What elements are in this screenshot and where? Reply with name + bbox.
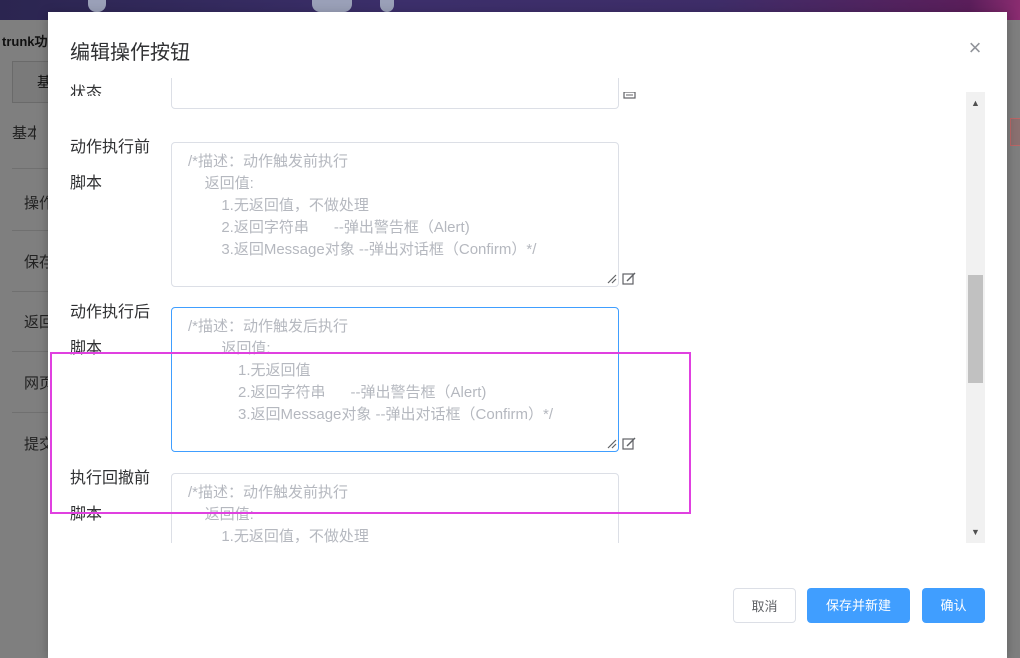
background-text: 基本 (12, 125, 36, 142)
banner-decoration (380, 0, 394, 12)
scroll-down-arrow-icon[interactable]: ▼ (966, 523, 985, 541)
field-label: 动作执行前 (70, 139, 151, 156)
after-action-script-textarea[interactable]: /*描述：动作触发后执行 返回值: 1.无返回值 2.返回字符串 --弹出警告框… (171, 307, 619, 452)
background-divider (12, 412, 48, 413)
background-divider (12, 351, 48, 352)
background-badge (1010, 118, 1020, 146)
banner-decoration (88, 0, 106, 12)
banner-decoration (312, 0, 352, 12)
background-text: 保存 (24, 254, 48, 271)
background-divider (12, 168, 48, 169)
cancel-button[interactable]: 取消 (733, 588, 796, 623)
edit-icon[interactable] (623, 92, 637, 106)
dialog-scrollbar[interactable]: ▲ ▼ (966, 92, 985, 543)
dialog-title: 编辑操作按钮 (70, 42, 190, 64)
edit-icon[interactable] (622, 437, 636, 451)
close-icon[interactable]: × (965, 37, 985, 59)
status-label: 状态 (70, 85, 103, 96)
edit-button-dialog: 编辑操作按钮 × 状态 动作执行前 脚本 /*描述：动作触发前执行 返回值: 1… (48, 12, 1007, 658)
field-label: 脚本 (70, 506, 103, 523)
background-text: 返回 (24, 314, 48, 331)
field-label: 脚本 (70, 175, 103, 192)
background-text: 操作 (24, 195, 48, 212)
background-text: 提交 (24, 436, 48, 453)
scrollbar-thumb[interactable] (968, 275, 983, 383)
background-page-title: trunk功 (2, 34, 48, 49)
dialog-scroll-area[interactable]: 状态 动作执行前 脚本 /*描述：动作触发前执行 返回值: 1.无返回值，不做处… (48, 78, 985, 543)
confirm-button[interactable]: 确认 (922, 588, 985, 623)
scroll-up-arrow-icon[interactable]: ▲ (966, 94, 985, 112)
edit-icon[interactable] (622, 272, 636, 286)
resize-handle-icon[interactable] (607, 274, 617, 284)
before-action-script-textarea[interactable]: /*描述：动作触发前执行 返回值: 1.无返回值，不做处理 2.返回字符串 --… (171, 142, 619, 287)
save-and-new-button[interactable]: 保存并新建 (807, 588, 910, 623)
resize-handle-icon[interactable] (607, 439, 617, 449)
background-divider (12, 230, 48, 231)
field-label: 执行回撤前 (70, 470, 151, 487)
background-text: 网页 (24, 375, 48, 392)
field-label: 脚本 (70, 340, 103, 357)
before-rollback-script-textarea[interactable]: /*描述：动作触发前执行 返回值: 1.无返回值，不做处理 2.返回字符串 --… (171, 473, 619, 543)
background-divider (12, 291, 48, 292)
field-label: 动作执行后 (70, 304, 151, 321)
status-input[interactable] (171, 78, 619, 109)
